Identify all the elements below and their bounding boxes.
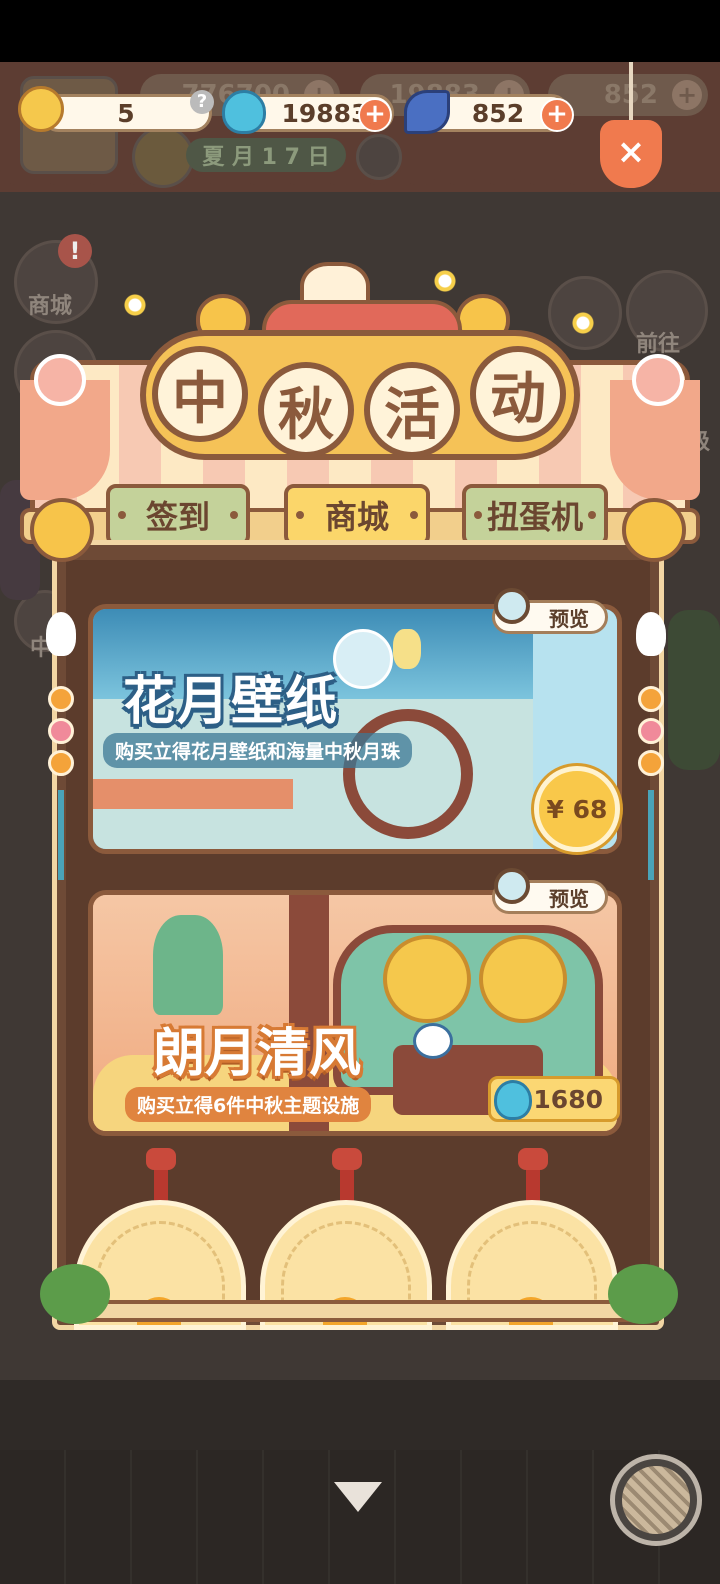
blue-flame-icon [222,90,266,134]
magnifier-icon [494,868,530,904]
chevron-down-icon[interactable] [334,1482,382,1512]
product-title: 朗月清风 [153,1024,362,1084]
preview-label: 预览 [549,886,589,911]
leaf-icon [40,1264,110,1324]
tab-gacha[interactable]: 扭蛋机 [462,484,608,546]
add-feathers-button[interactable]: + [540,98,574,132]
panel-bottom-rail [56,1300,664,1322]
add-gems-button[interactable]: + [358,98,392,132]
bunny-charm-icon [46,612,76,656]
date-text: 夏 月 1 7 日 [202,145,330,170]
title-char: 秋 [258,362,354,458]
tickets-pill[interactable]: 5 [40,94,212,132]
price-label: ¥ 68 [546,794,608,824]
blue-flame-icon [494,1080,532,1120]
tassel-icon [648,790,654,880]
title-char: 动 [470,346,566,442]
product-subtitle: 购买立得花月壁纸和海量中秋月珠 [103,733,413,768]
bg-plus-icon: + [672,80,702,110]
knot-icon [332,1148,362,1170]
magnifier-icon [494,588,530,624]
plant-icon [153,915,223,1015]
help-icon[interactable]: ? [190,90,214,114]
feather-icon [404,90,450,134]
title-char: 活 [364,362,460,458]
knot-icon [146,1148,176,1170]
title-char: 中 [152,346,248,442]
leaf-icon [608,1264,678,1324]
product-subtitle: 购买立得6件中秋主题设施 [125,1087,372,1122]
tickets-value: 5 [117,98,135,128]
alert-icon: ! [58,234,92,268]
bead-icon [48,750,74,776]
preview-label: 预览 [549,606,589,631]
product-title: 花月壁纸 [123,672,340,732]
firework-icon [410,246,480,316]
feathers-value: 852 [471,98,525,128]
status-band [0,0,720,62]
tab-label: 签到 [145,498,210,536]
close-icon[interactable]: × [600,132,662,172]
price-button[interactable]: ¥ 68 [534,766,620,852]
close-string [629,62,633,124]
bunny-charm-icon [636,612,666,656]
bead-icon [48,718,74,744]
mooncake-icon [333,629,393,689]
teapot-icon [413,1023,453,1059]
bg-shop-label: 商城 [28,294,73,319]
lantern-icon [393,629,421,669]
flower-cushion-icon [383,935,471,1023]
ticket-icon [18,86,64,132]
gems-value: 19883 [281,98,369,128]
date-badge: 夏 月 1 7 日 [186,138,346,172]
lantern-right-icon [622,498,686,562]
paw-icon [356,134,402,180]
tab-checkin[interactable]: 签到 [106,484,250,546]
flower-icon [34,354,86,406]
bead-icon [638,686,664,712]
price-label: 1680 [533,1084,603,1114]
tab-label: 扭蛋机 [486,498,583,536]
floor-planks [0,1450,720,1584]
railing [93,779,293,809]
tab-shop[interactable]: 商城 [284,484,430,546]
bead-icon [48,686,74,712]
moon-window-icon [343,709,473,839]
knot-icon [518,1148,548,1170]
bead-icon [638,718,664,744]
firework-icon [100,270,170,340]
tab-label: 商城 [324,498,389,536]
lantern-left-icon [30,498,94,562]
flower-cushion-icon [479,935,567,1023]
bg-plant [668,610,720,770]
clock-icon [132,126,194,188]
tassel-icon [58,790,64,880]
yarn-icon [622,1466,690,1534]
flower-icon [632,354,684,406]
bead-icon [638,750,664,776]
